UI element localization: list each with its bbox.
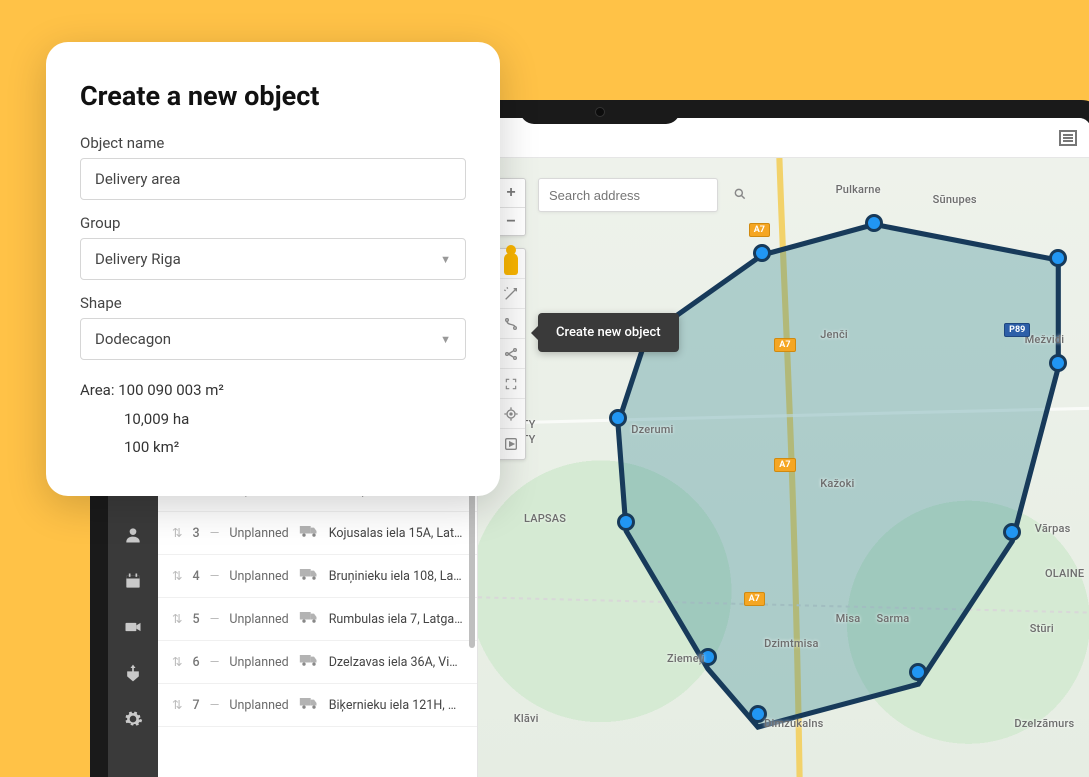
map-place-label: OLAINE — [1045, 567, 1084, 580]
row-number: 4 — [192, 569, 199, 584]
zoom-in-button[interactable]: + — [497, 179, 525, 207]
route-icon[interactable] — [497, 309, 525, 339]
row-status: Unplanned — [229, 526, 288, 541]
group-select[interactable]: Delivery Riga ▼ — [80, 238, 466, 280]
map-place-label: Pulkarne — [836, 183, 881, 196]
polygon-vertex[interactable] — [609, 409, 627, 427]
zoom-control: + − — [496, 178, 526, 236]
map-place-label: Jenči — [820, 328, 848, 341]
map-tools — [496, 248, 526, 460]
search-input[interactable] — [549, 188, 725, 203]
map-search-box[interactable] — [538, 178, 718, 212]
hand-icon[interactable] — [122, 662, 144, 684]
map-place-label: Dzerumi — [631, 423, 673, 436]
create-object-popup: Create a new object Object name Delivery… — [46, 42, 500, 496]
row-address: Rumbulas iela 7, Latgales prie... — [329, 612, 463, 627]
map-place-label: Ziemeļi — [667, 652, 705, 665]
fullscreen-icon[interactable] — [497, 369, 525, 399]
map-place-label: Stūri — [1030, 622, 1054, 635]
chevron-down-icon: ▼ — [440, 333, 451, 346]
group-label: Group — [80, 214, 466, 232]
polygon-vertex[interactable] — [753, 244, 771, 262]
map-place-label: Mežvidi — [1025, 333, 1065, 346]
polygon-vertex[interactable] — [1049, 249, 1067, 267]
shape-select[interactable]: Dodecagon ▼ — [80, 318, 466, 360]
object-name-input[interactable]: Delivery area — [80, 158, 466, 200]
map-place-label: Misa — [836, 612, 861, 625]
drag-icon[interactable]: ⇅ — [172, 525, 182, 541]
map-place-label: Sarma — [876, 612, 909, 625]
row-number: 7 — [192, 698, 199, 713]
row-address: Kojusalas iela 15A, Latgales pr... — [329, 526, 463, 541]
row-status: Unplanned — [229, 569, 288, 584]
truck-icon — [299, 567, 319, 585]
map-place-label: Klāvi — [514, 712, 539, 725]
device-notch — [520, 100, 680, 124]
row-address: Biķernieku iela 121H, Vidzeme... — [329, 698, 463, 713]
wand-icon[interactable] — [497, 279, 525, 309]
truck-icon — [299, 610, 319, 628]
row-status: Unplanned — [229, 612, 288, 627]
row-address: Dzelzavas iela 36A, Vidzemes ... — [329, 655, 463, 670]
map-panel[interactable]: Pulkarne Sūnupes Jenči Mežvidi Dzerumi Kažoki… — [478, 158, 1089, 777]
calendar-icon[interactable] — [122, 570, 144, 592]
truck-icon — [299, 696, 319, 714]
row-status: Unplanned — [229, 655, 288, 670]
map-place-label: Dimzukalns — [764, 717, 823, 730]
polygon-vertex[interactable] — [1049, 354, 1067, 372]
road-badge: A7 — [774, 458, 795, 472]
drag-icon[interactable]: ⇅ — [172, 611, 182, 627]
task-row[interactable]: ⇅5—UnplannedRumbulas iela 7, Latgales pr… — [158, 598, 477, 641]
map-place-label: Dzimtmisa — [764, 637, 819, 650]
row-number: 3 — [192, 526, 199, 541]
task-row[interactable]: ⇅4—UnplannedBruņinieku iela 108, Latgale… — [158, 555, 477, 598]
map-place-label: Vārpas — [1035, 522, 1071, 535]
map-place-label: Sūnupes — [933, 193, 977, 206]
shape-label: Shape — [80, 294, 466, 312]
row-address: Bruņinieku iela 108, Latgales ... — [329, 569, 463, 584]
create-object-tooltip: Create new object — [538, 313, 679, 352]
road-badge: A7 — [774, 338, 795, 352]
road-badge: A7 — [744, 592, 765, 606]
shape-icon[interactable] — [497, 339, 525, 369]
map-place-label: LAPSAS — [524, 512, 566, 525]
task-row[interactable]: ⇅7—UnplannedBiķernieku iela 121H, Vidzem… — [158, 684, 477, 727]
drag-icon[interactable]: ⇅ — [172, 654, 182, 670]
popup-title: Create a new object — [80, 80, 466, 112]
row-number: 5 — [192, 612, 199, 627]
map-place-label: Kažoki — [820, 477, 854, 490]
menu-icon[interactable] — [1059, 130, 1077, 146]
map-place-label: Dzelzāmurs — [1014, 717, 1074, 730]
drag-icon[interactable]: ⇅ — [172, 568, 182, 584]
camera-icon[interactable] — [122, 616, 144, 638]
road-badge: P89 — [1004, 323, 1030, 337]
object-name-label: Object name — [80, 134, 466, 152]
task-row[interactable]: ⇅6—UnplannedDzelzavas iela 36A, Vidzemes… — [158, 641, 477, 684]
area-readout: Area: 100 090 003 m² 10,009 ha 100 km² — [80, 376, 466, 462]
row-status: Unplanned — [229, 698, 288, 713]
road-badge: A7 — [749, 223, 770, 237]
person-icon[interactable] — [122, 524, 144, 546]
play-icon[interactable] — [497, 429, 525, 459]
task-row[interactable]: ⇅3—UnplannedKojusalas iela 15A, Latgales… — [158, 512, 477, 555]
pegman-icon[interactable] — [497, 249, 525, 279]
truck-icon — [299, 653, 319, 671]
drag-icon[interactable]: ⇅ — [172, 697, 182, 713]
truck-icon — [299, 524, 319, 542]
chevron-down-icon: ▼ — [440, 253, 451, 266]
zoom-out-button[interactable]: − — [497, 207, 525, 235]
locate-icon[interactable] — [497, 399, 525, 429]
row-number: 6 — [192, 655, 199, 670]
gear-icon[interactable] — [122, 708, 144, 730]
search-icon[interactable] — [733, 186, 747, 205]
